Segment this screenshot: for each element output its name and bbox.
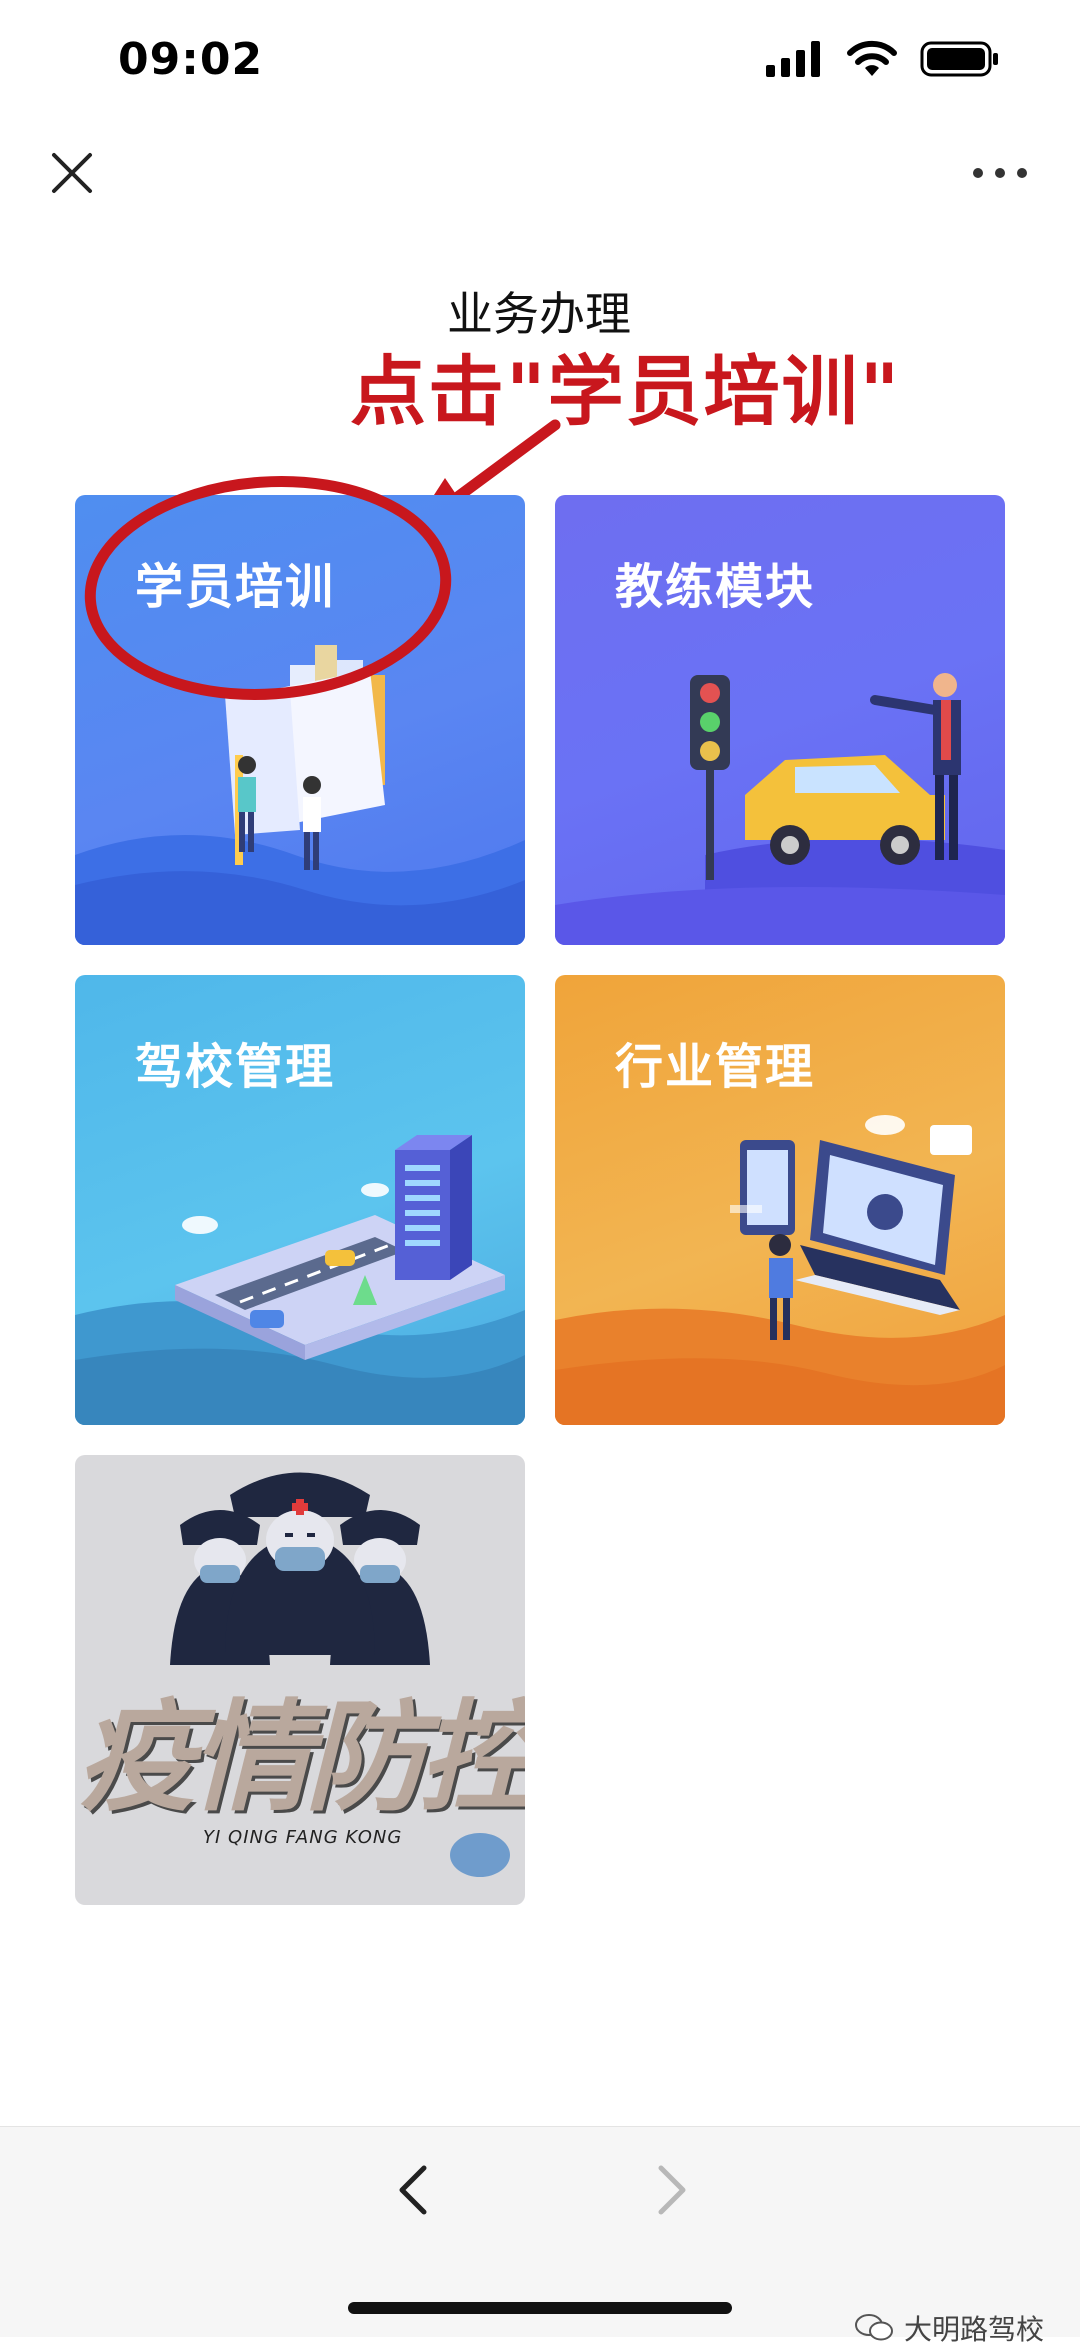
- watermark: 大明路驾校: [854, 2308, 1044, 2348]
- wechat-icon: [854, 2314, 893, 2341]
- tile-epidemic-prevention[interactable]: 疫情防控 YI QING FANG KONG: [75, 1455, 525, 1905]
- annotation-circle: [84, 476, 452, 700]
- tile-label: 行业管理: [615, 1039, 816, 1095]
- home-indicator[interactable]: [348, 2302, 732, 2314]
- back-button[interactable]: [390, 2160, 440, 2220]
- tile-label: 驾校管理: [135, 1039, 336, 1095]
- forward-button[interactable]: [645, 2160, 695, 2220]
- tile-industry-management[interactable]: 行业管理: [555, 975, 1005, 1425]
- tile-label: 疫情防控: [77, 1687, 525, 1828]
- watermark-text: 大明路驾校: [903, 2313, 1044, 2346]
- tile-sublabel: YI QING FANG KONG: [203, 1827, 403, 1848]
- chevron-left-icon: [399, 2165, 427, 2215]
- tile-driving-school-management[interactable]: 驾校管理: [75, 975, 525, 1425]
- chevron-right-icon: [658, 2165, 686, 2215]
